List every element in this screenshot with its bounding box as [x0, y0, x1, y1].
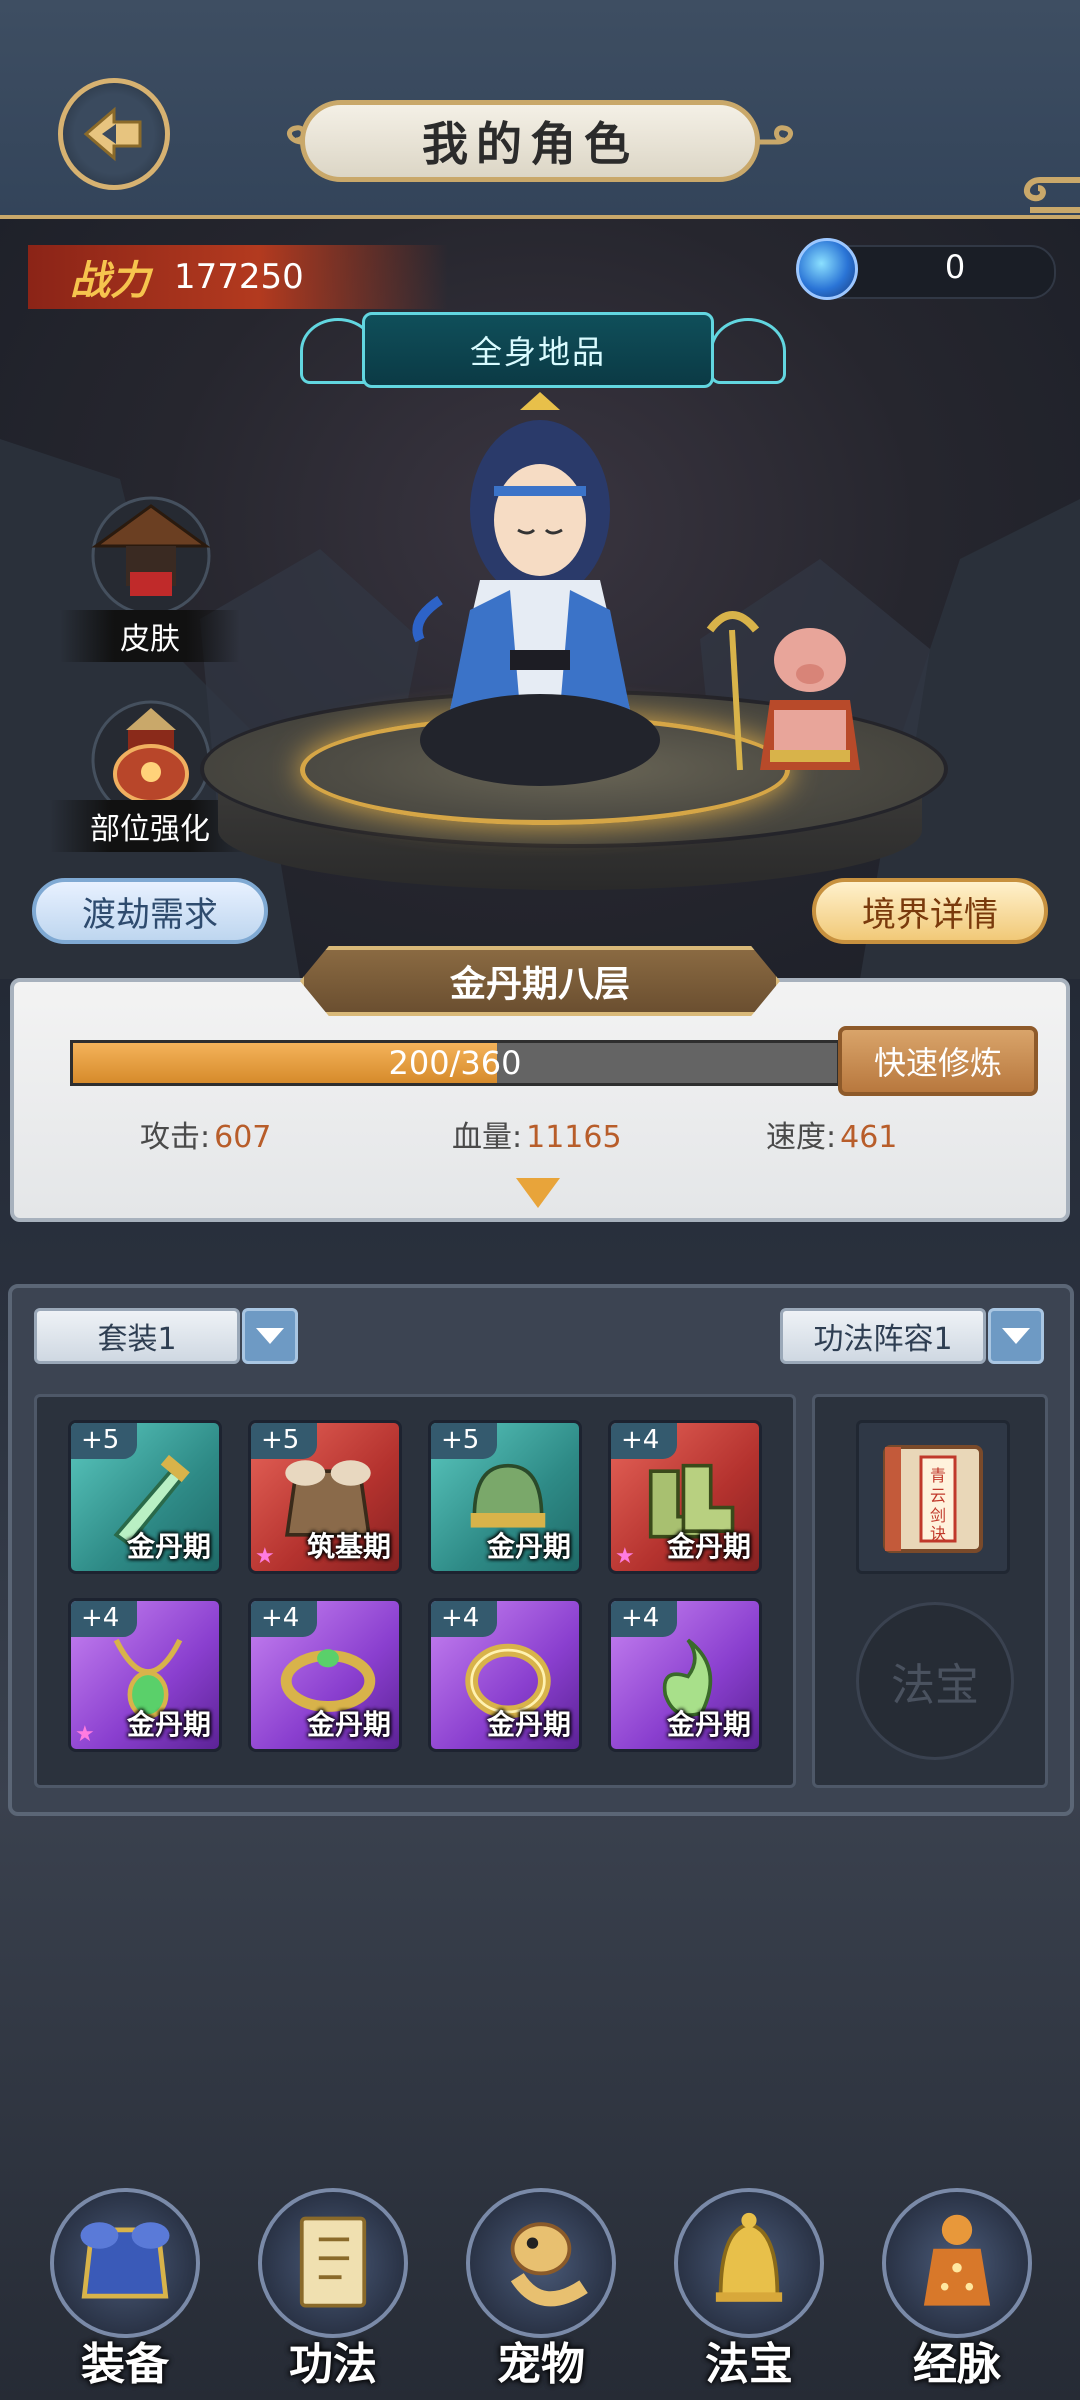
golden-bell-icon [715, 2212, 783, 2302]
corner-cloud-icon [1023, 177, 1080, 213]
realm-name: 金丹期八层 [449, 964, 630, 1005]
power-label: 战力 [70, 257, 150, 304]
equipment-slot[interactable]: +4 金丹期 [248, 1598, 402, 1752]
quality-badge: 全身地品 [362, 312, 714, 388]
nav-item-circle [882, 2188, 1032, 2338]
stat-attack: 攻击: 607 [140, 1112, 271, 1156]
nav-item[interactable]: 宠物 [466, 2188, 616, 2390]
star-icon: ★ [255, 1544, 275, 1569]
slot-tier: 金丹期 [486, 1708, 571, 1741]
slot-enhance-level: +5 [71, 1423, 138, 1459]
equipment-set-dropdown[interactable]: 套装1 [34, 1308, 240, 1364]
skin-button[interactable] [86, 486, 216, 616]
meditating-hero [412, 392, 660, 786]
back-arrow-icon [83, 106, 142, 162]
nav-item-circle [258, 2188, 408, 2338]
quick-train-button[interactable]: 快速修炼 [838, 1026, 1038, 1096]
quality-badge-text: 全身地品 [469, 333, 606, 371]
realm-title-plate: 金丹期八层 [300, 946, 780, 1016]
stat-attack-label: 攻击: [140, 1120, 211, 1155]
slot-tier: 筑基期 [306, 1530, 391, 1563]
book-title-char-2: 云 [930, 1486, 946, 1505]
currency-value: 0 [944, 248, 966, 286]
treasure-slot[interactable]: 法宝 [856, 1602, 1014, 1760]
star-icon: ★ [75, 1722, 95, 1747]
combat-power-bar: 战力 177250 [28, 245, 448, 309]
nav-item-label: 宠物 [497, 2339, 585, 2390]
nav-item[interactable]: 经脉 [882, 2188, 1032, 2390]
slot-enhance-level: +4 [71, 1601, 138, 1637]
stat-speed-label: 速度: [766, 1120, 837, 1155]
skill-lineup-dropdown[interactable]: 功法阵容1 [780, 1308, 986, 1364]
nav-item-label: 经脉 [913, 2339, 1001, 2390]
slot-enhance-level: +5 [431, 1423, 498, 1459]
dragon-pet-icon [510, 2222, 588, 2307]
armor-icon [80, 2222, 170, 2299]
skill-book-icon: 青 云 剑 诀 [883, 1445, 983, 1553]
slot-enhance-level: +4 [611, 1601, 678, 1637]
slot-tier: 金丹期 [306, 1708, 391, 1741]
stat-attack-value: 607 [214, 1120, 272, 1155]
nav-item-circle [466, 2188, 616, 2338]
skin-label[interactable]: 皮肤 [60, 610, 240, 662]
skill-book-slot[interactable]: 青 云 剑 诀 [856, 1420, 1010, 1574]
set-dropdown-arrow-icon[interactable] [242, 1308, 298, 1364]
realm-detail-button[interactable]: 境界详情 [812, 878, 1048, 944]
tribulation-requirement-button[interactable]: 渡劫需求 [32, 878, 268, 944]
skill-dropdown-arrow-icon[interactable] [988, 1308, 1044, 1364]
exp-progress-text: 200/360 [388, 1044, 522, 1082]
book-title-char-4: 诀 [930, 1524, 946, 1543]
meridian-figure-icon [923, 2214, 991, 2306]
badge-wing-right-icon [710, 318, 786, 384]
slot-tier: 金丹期 [666, 1708, 751, 1741]
equipment-slot[interactable]: +4 金丹期 [608, 1598, 762, 1752]
stat-hp: 血量: 11165 [452, 1112, 622, 1156]
equipment-slot[interactable]: +5 金丹期 [428, 1420, 582, 1574]
spirit-orb-icon [796, 238, 858, 300]
equipment-slot[interactable]: +4 金丹期 ★ [68, 1598, 222, 1752]
slot-tier: 金丹期 [666, 1530, 751, 1563]
star-icon: ★ [615, 1544, 635, 1569]
slot-tier: 金丹期 [486, 1530, 571, 1563]
stat-hp-label: 血量: [452, 1120, 523, 1155]
nav-item[interactable]: 法宝 [674, 2188, 824, 2390]
book-title-char-3: 剑 [930, 1506, 946, 1525]
scroll-book-icon [299, 2216, 367, 2308]
nav-item-label: 功法 [289, 2339, 377, 2390]
nav-item[interactable]: 装备 [50, 2188, 200, 2390]
book-title-char-1: 青 [930, 1466, 946, 1485]
nav-item[interactable]: 功法 [258, 2188, 408, 2390]
stat-speed-value: 461 [840, 1120, 898, 1155]
nav-item-label: 装备 [81, 2339, 169, 2390]
pig-companion-pet [706, 611, 860, 771]
slot-enhance-level: +5 [251, 1423, 318, 1459]
nav-item-circle [674, 2188, 824, 2338]
expand-arrow-icon[interactable] [516, 1178, 560, 1208]
equipment-slot[interactable]: +4 金丹期 [428, 1598, 582, 1752]
nav-item-label: 法宝 [705, 2339, 793, 2390]
equipment-slot[interactable]: +4 金丹期 ★ [608, 1420, 762, 1574]
nav-item-circle [50, 2188, 200, 2338]
slot-enhance-level: +4 [611, 1423, 678, 1459]
page-title-plate: 我的角色 [300, 100, 760, 182]
slot-enhance-level: +4 [431, 1601, 498, 1637]
stat-hp-value: 11165 [526, 1120, 622, 1155]
slot-tier: 金丹期 [126, 1708, 211, 1741]
equipment-slot[interactable]: +5 筑基期 ★ [248, 1420, 402, 1574]
page-title: 我的角色 [422, 117, 638, 171]
stat-speed: 速度: 461 [766, 1112, 897, 1156]
power-value: 177250 [174, 257, 304, 297]
straw-hat-skin-icon [91, 496, 211, 616]
equipment-slot[interactable]: +5 金丹期 [68, 1420, 222, 1574]
slot-enhance-level: +4 [251, 1601, 318, 1637]
back-button[interactable] [58, 78, 170, 190]
slot-tier: 金丹期 [126, 1530, 211, 1563]
